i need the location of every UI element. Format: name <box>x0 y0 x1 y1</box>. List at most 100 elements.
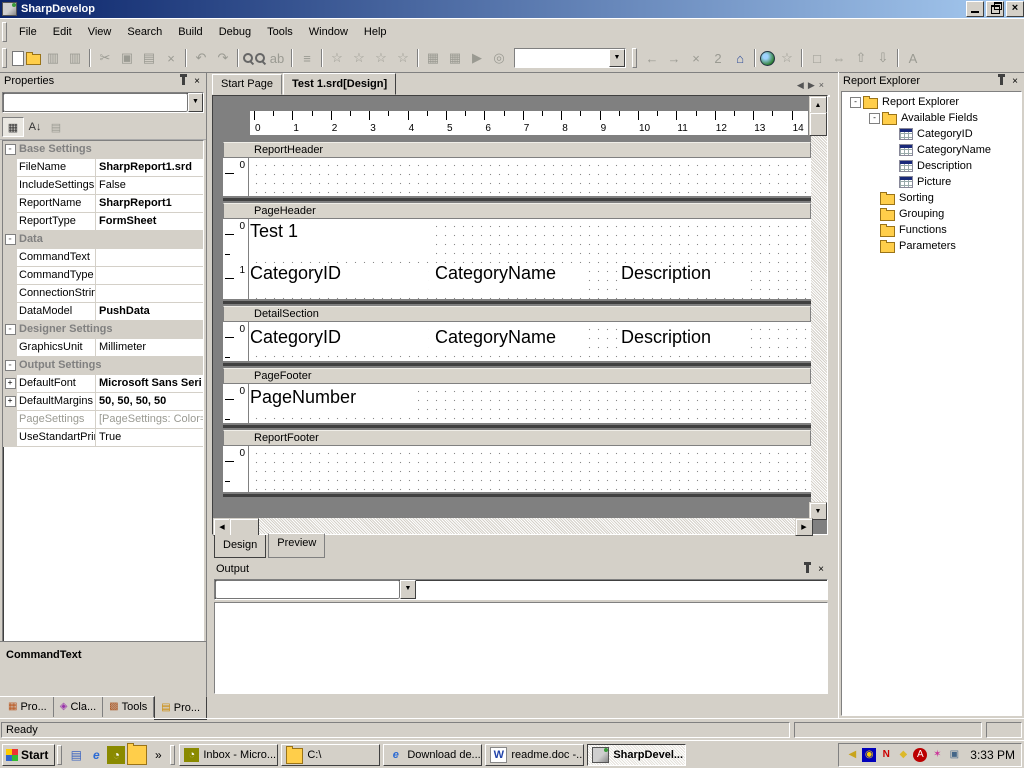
menu-item-window[interactable]: Window <box>301 23 356 41</box>
pin-icon[interactable] <box>176 75 190 88</box>
report-item-pageheader-categoryname[interactable]: CategoryName <box>435 263 583 291</box>
tree-item-functions[interactable]: Functions <box>842 222 1021 238</box>
output-text-area[interactable] <box>214 602 828 694</box>
property-row-datamodel[interactable]: DataModelPushData <box>3 303 203 321</box>
menu-item-help[interactable]: Help <box>356 23 395 41</box>
keyboard-alt-icon[interactable]: ▦ <box>445 48 465 68</box>
radio-icon[interactable]: ◉ <box>862 748 876 762</box>
norton-icon[interactable]: N <box>879 748 893 762</box>
internet-explorer-icon[interactable]: e <box>87 746 105 764</box>
alphabetical-icon[interactable]: A↓ <box>25 118 45 136</box>
toolbar-grip[interactable] <box>2 48 7 68</box>
replace-icon[interactable]: ab <box>267 48 287 68</box>
menu-item-view[interactable]: View <box>80 23 120 41</box>
collapse-icon[interactable]: - <box>5 144 16 155</box>
section-canvas[interactable] <box>249 158 811 196</box>
redo-icon[interactable]: ↷ <box>213 48 233 68</box>
copy-icon[interactable]: ▣ <box>117 48 137 68</box>
tab-properties[interactable]: ▤Pro... <box>154 696 207 720</box>
collapse-icon[interactable]: - <box>5 360 16 371</box>
chevron-down-icon[interactable]: ▼ <box>609 49 625 67</box>
output-source-input[interactable] <box>215 580 400 599</box>
collapse-icon[interactable]: - <box>850 97 861 108</box>
menu-item-file[interactable]: File <box>11 23 45 41</box>
delete-icon[interactable]: × <box>161 48 181 68</box>
collapse-icon[interactable]: - <box>5 234 16 245</box>
expand-icon[interactable]: + <box>5 378 16 389</box>
menu-item-edit[interactable]: Edit <box>45 23 80 41</box>
close-button[interactable]: × <box>1006 1 1024 17</box>
home-icon[interactable]: ⌂ <box>730 48 750 68</box>
open-file-icon[interactable] <box>26 54 41 65</box>
property-row-connectionstrin[interactable]: ConnectionStrin <box>3 285 203 303</box>
web-bookmark-icon[interactable]: ☆ <box>777 48 797 68</box>
property-category-output-settings[interactable]: -Output Settings <box>3 357 203 375</box>
chevron-down-icon[interactable]: ▼ <box>400 580 416 599</box>
taskbar-grip-2[interactable] <box>170 745 175 765</box>
taskbar-button-sharpdevel[interactable]: SharpDevel... <box>587 744 686 766</box>
horizontal-scrollbar[interactable] <box>229 518 795 534</box>
property-category-designer-settings[interactable]: -Designer Settings <box>3 321 203 339</box>
stop-icon[interactable]: ◎ <box>489 48 509 68</box>
new-file-icon[interactable] <box>12 51 24 66</box>
section-band-reportheader[interactable]: ReportHeader <box>223 142 811 158</box>
section-canvas[interactable]: Test 1CategoryIDCategoryNameDescription <box>249 219 811 299</box>
section-canvas[interactable]: PageNumber <box>249 384 811 423</box>
web-browser-icon[interactable] <box>760 51 775 66</box>
browse-forward-icon[interactable]: → <box>664 48 684 68</box>
section-band-detailsection[interactable]: DetailSection <box>223 306 811 322</box>
tree-item-categoryid[interactable]: CategoryID <box>842 126 1021 142</box>
quick-launch-overflow-icon[interactable]: » <box>149 746 167 764</box>
next-bookmark-icon[interactable]: ☆ <box>371 48 391 68</box>
start-button[interactable]: Start <box>2 744 55 766</box>
clear-bookmarks-icon[interactable]: ☆ <box>393 48 413 68</box>
section-pagefooter[interactable]: 0PageNumber <box>223 384 811 423</box>
tab-design[interactable]: Design <box>214 535 266 558</box>
paste-icon[interactable]: ▤ <box>139 48 159 68</box>
report-item-pageheader-categoryid[interactable]: CategoryID <box>250 263 428 291</box>
find-in-files-icon[interactable] <box>255 53 265 63</box>
find-icon[interactable] <box>243 53 253 63</box>
taskbar-button-c[interactable]: C:\ <box>281 744 380 766</box>
section-band-pageheader[interactable]: PageHeader <box>223 203 811 219</box>
pin-icon[interactable] <box>800 563 814 576</box>
keyboard-icon[interactable]: ▦ <box>423 48 443 68</box>
property-row-graphicsunit[interactable]: GraphicsUnitMillimeter <box>3 339 203 357</box>
menu-item-search[interactable]: Search <box>119 23 170 41</box>
tree-item-picture[interactable]: Picture <box>842 174 1021 190</box>
wand-icon[interactable]: ✶ <box>930 748 944 762</box>
diamond-icon[interactable]: ◆ <box>896 748 910 762</box>
property-category-base-settings[interactable]: -Base Settings <box>3 141 203 159</box>
property-row-defaultmargins[interactable]: +DefaultMargins50, 50, 50, 50 <box>3 393 203 411</box>
property-category-data[interactable]: -Data <box>3 231 203 249</box>
taskbar-grip[interactable] <box>57 745 62 765</box>
tree-item-description[interactable]: Description <box>842 158 1021 174</box>
tab-start-page[interactable]: Start Page <box>212 74 282 95</box>
toolbar-combobox[interactable]: ▼ <box>514 48 626 68</box>
report-designer[interactable]: 01234567891011121314 ReportHeader0PageHe… <box>212 95 828 535</box>
property-value[interactable]: SharpReport1 <box>96 195 203 212</box>
task-list-icon[interactable]: ≡ <box>297 48 317 68</box>
scroll-right-icon[interactable]: ▶ <box>808 80 815 91</box>
taskbar-button-download-de[interactable]: eDownload de... <box>383 744 482 766</box>
report-item-pageheader-test-1[interactable]: Test 1 <box>250 221 436 257</box>
toolbar-combobox-input[interactable] <box>515 49 609 67</box>
categorized-icon[interactable]: ▦ <box>2 117 24 137</box>
collapse-icon[interactable]: - <box>5 324 16 335</box>
section-pageheader[interactable]: 01Test 1CategoryIDCategoryNameDescriptio… <box>223 219 811 299</box>
prev-bookmark-icon[interactable]: ☆ <box>349 48 369 68</box>
vertical-scrollbar[interactable] <box>811 112 827 503</box>
property-value[interactable]: True <box>96 429 203 446</box>
network-icon[interactable]: ▣ <box>947 748 961 762</box>
property-pages-icon[interactable]: ▤ <box>46 118 66 136</box>
menu-item-tools[interactable]: Tools <box>259 23 301 41</box>
report-item-detailsection-categoryname[interactable]: CategoryName <box>435 327 583 355</box>
tree-item-available-fields[interactable]: -Available Fields <box>842 110 1021 126</box>
property-value[interactable]: Microsoft Sans Seri <box>96 375 203 392</box>
tree-item-categoryname[interactable]: CategoryName <box>842 142 1021 158</box>
move-up-icon[interactable]: ⇧ <box>851 48 871 68</box>
restore-button[interactable] <box>986 1 1004 17</box>
property-row-reportname[interactable]: ReportNameSharpReport1 <box>3 195 203 213</box>
section-detailsection[interactable]: 0CategoryIDCategoryNameDescription <box>223 322 811 361</box>
property-row-reporttype[interactable]: ReportTypeFormSheet <box>3 213 203 231</box>
